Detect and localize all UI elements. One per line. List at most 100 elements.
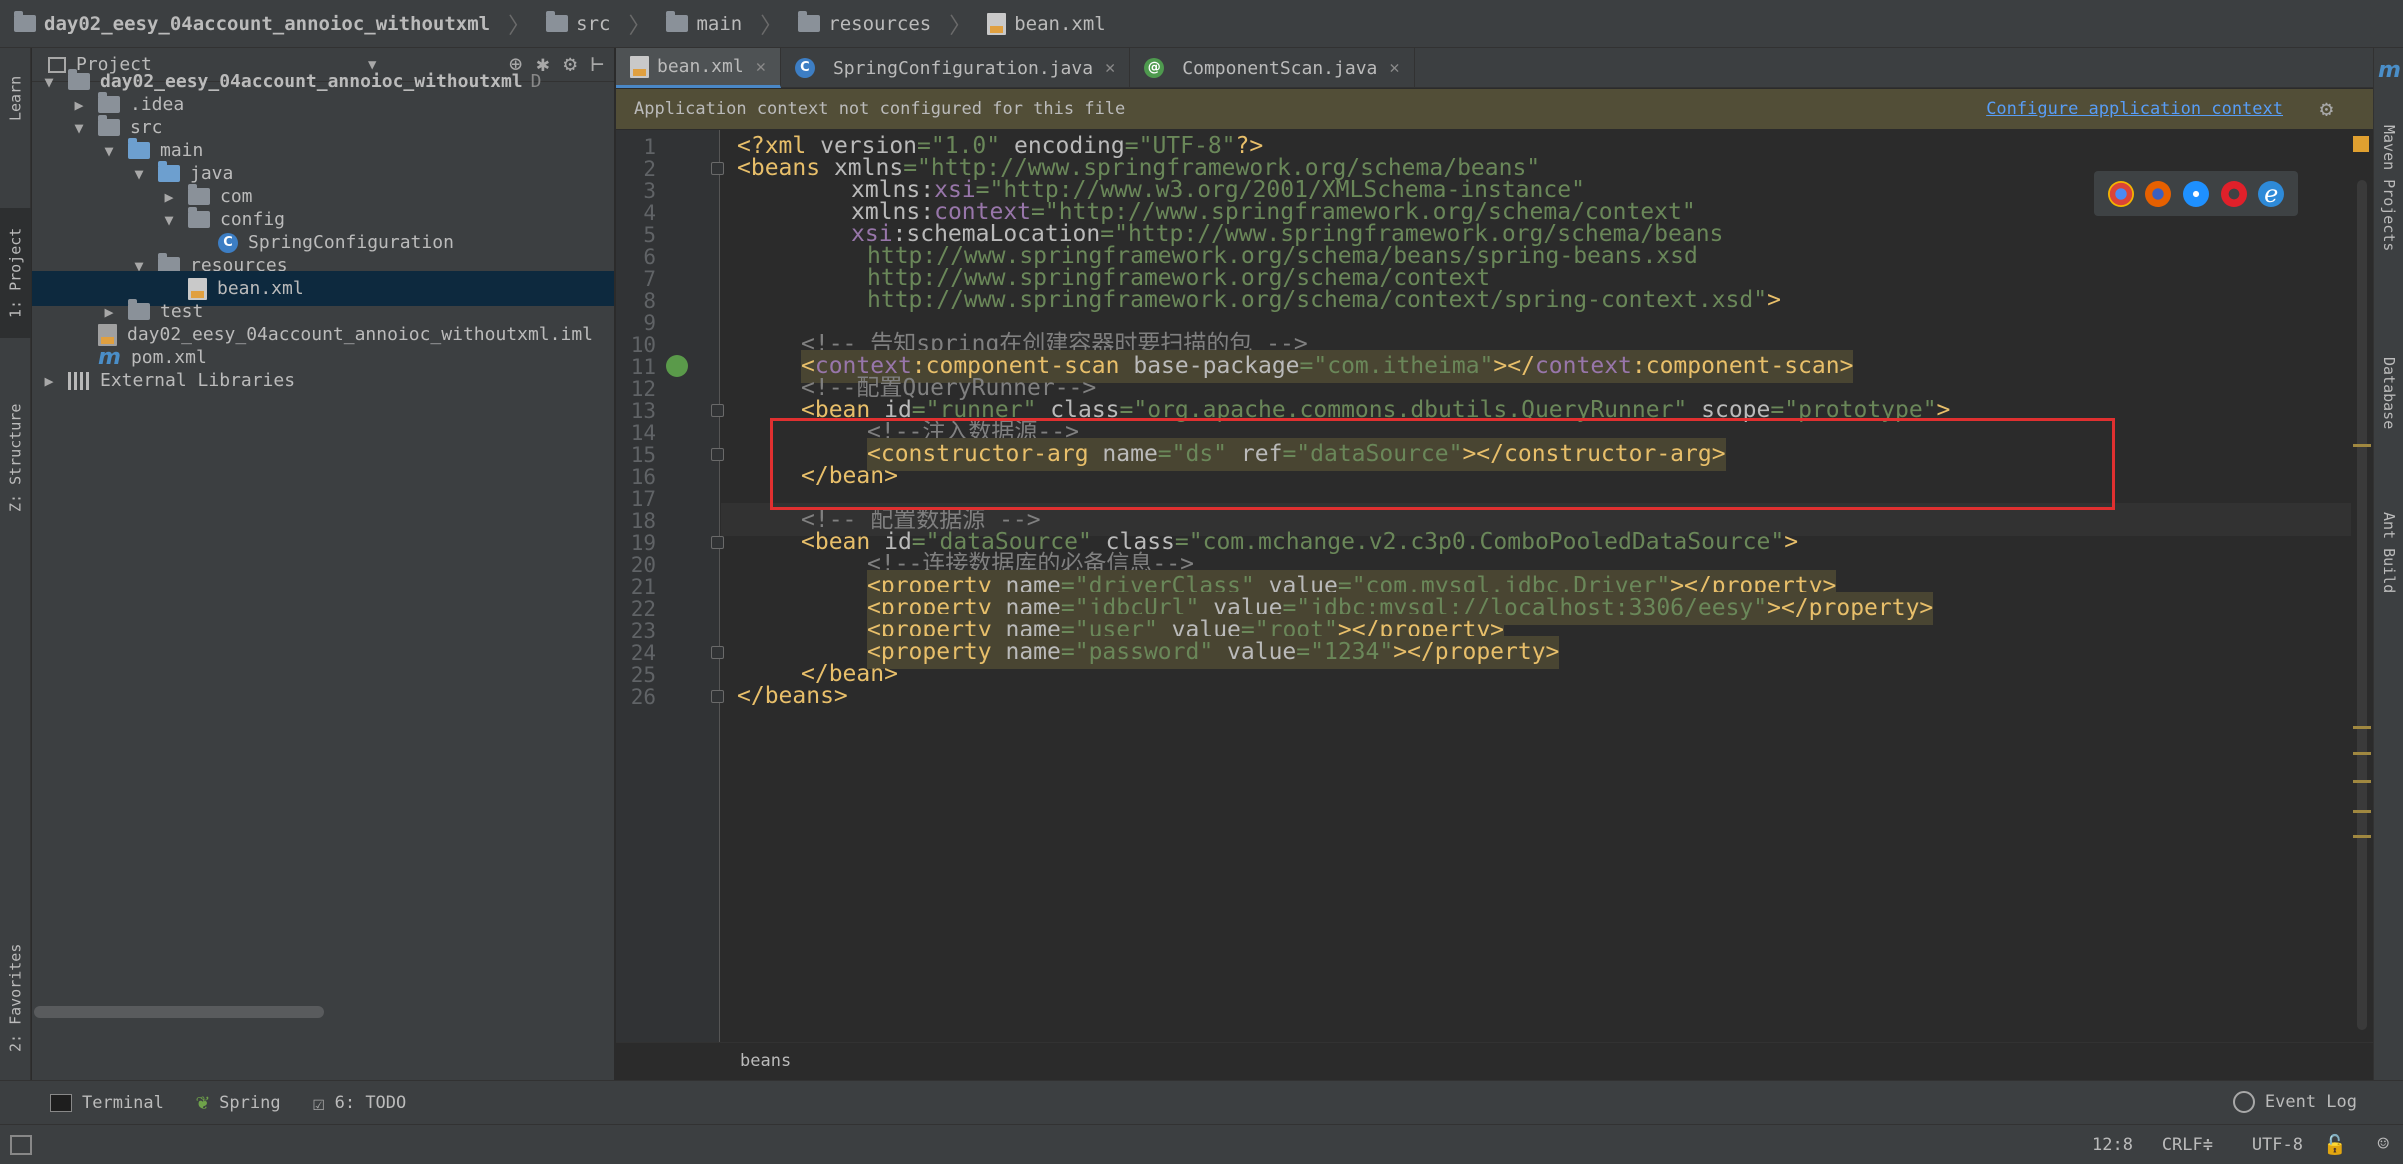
line-number: 25 xyxy=(630,663,656,687)
xml-file-icon xyxy=(987,12,1007,35)
line-number: 20 xyxy=(630,553,656,577)
line-number: 9 xyxy=(643,311,656,335)
line-separator[interactable]: CRLF≑ xyxy=(2162,1135,2213,1155)
error-stripe-mark[interactable] xyxy=(2353,726,2371,729)
project-panel: Project ▼ ⊕ ✱ ⚙ ⊢ ▼ day02_eesy_04account_… xyxy=(32,48,614,1080)
configure-context-link[interactable]: Configure application context xyxy=(1986,99,2283,119)
database-tab[interactable]: Database xyxy=(2374,328,2403,458)
line-number: 4 xyxy=(643,201,656,225)
line-number: 18 xyxy=(630,509,656,533)
close-icon[interactable]: ✕ xyxy=(756,57,766,77)
annotation-icon: @ xyxy=(1144,58,1165,78)
error-stripe-mark[interactable] xyxy=(2353,752,2371,755)
folder-icon xyxy=(546,11,569,32)
line-number: 3 xyxy=(643,179,656,203)
terminal-button[interactable]: Terminal xyxy=(50,1093,164,1113)
caret-position[interactable]: 12:8 xyxy=(2092,1135,2133,1155)
breadcrumb-resources[interactable]: resources 〉 xyxy=(794,0,983,48)
line-number: 1 xyxy=(643,135,656,159)
chevron-right-icon[interactable]: ▶ xyxy=(40,372,58,390)
line-number: 24 xyxy=(630,641,656,665)
line-number: 2 xyxy=(643,157,656,181)
ant-build-tab[interactable]: Ant Build xyxy=(2374,488,2403,618)
close-icon[interactable]: ✕ xyxy=(1105,58,1115,78)
line-number: 17 xyxy=(630,487,656,511)
tab-spring-configuration[interactable]: C SpringConfiguration.java ✕ xyxy=(781,48,1131,88)
error-stripe-mark[interactable] xyxy=(2353,780,2371,783)
context-banner: Application context not configured for t… xyxy=(616,89,2373,129)
line-number: 21 xyxy=(630,575,656,599)
opera-icon[interactable] xyxy=(2220,180,2247,207)
todo-icon: ☑ xyxy=(312,1090,325,1115)
warning-marker[interactable] xyxy=(2353,136,2369,152)
breadcrumb-bean-xml[interactable]: bean.xml xyxy=(983,0,1118,48)
line-number: 15 xyxy=(630,443,656,467)
project-tab[interactable]: 1: Project xyxy=(0,208,31,338)
lock-icon[interactable]: 🔓 xyxy=(2323,1133,2347,1156)
event-log-icon xyxy=(2232,1091,2255,1113)
chrome-icon[interactable] xyxy=(2107,180,2134,207)
inspector-face-icon[interactable]: ☺ xyxy=(2378,1133,2389,1155)
breadcrumb-project[interactable]: day02_eesy_04account_annoioc_withoutxml 〉 xyxy=(10,0,542,48)
code-editor[interactable]: <?xml version="1.0" encoding="UTF-8"?> <… xyxy=(721,130,2351,1042)
code-line: http://www.springframework.org/schema/co… xyxy=(867,287,1781,313)
maven-projects-tab[interactable]: Maven Projects xyxy=(2374,88,2403,288)
status-bar: 12:8 CRLF≑ UTF-8 🔓 ☺ xyxy=(0,1124,2403,1164)
line-number: 8 xyxy=(643,289,656,313)
code-line: <property name="password" value="1234"><… xyxy=(867,636,1560,669)
ie-icon[interactable]: e xyxy=(2258,180,2285,207)
spring-button[interactable]: ❦ Spring xyxy=(196,1090,281,1115)
spring-bean-icon[interactable] xyxy=(666,355,688,377)
tab-bean-xml[interactable]: bean.xml ✕ xyxy=(616,48,781,88)
maven-icon[interactable]: m xyxy=(2378,58,2401,83)
right-tool-strip: m Maven Projects Database Ant Build xyxy=(2373,48,2403,1080)
editor-gutter: 1 2 3 4 5 6 7 8 9 10 11 12 13 14 15 16 17 18 19 20 21 22 23 24 2… xyxy=(616,130,724,1042)
line-number: 13 xyxy=(630,399,656,423)
line-number: 11 xyxy=(630,355,656,379)
tool-windows-bar: Terminal ❦ Spring ☑ 6: TODO Event Log xyxy=(0,1080,2403,1124)
structure-tab[interactable]: Z: Structure xyxy=(0,388,31,528)
folder-icon xyxy=(666,11,689,32)
breadcrumb-main[interactable]: main 〉 xyxy=(662,0,794,48)
terminal-icon xyxy=(50,1093,72,1112)
gear-icon[interactable]: ⚙ xyxy=(2320,97,2333,122)
learn-tab[interactable]: Learn xyxy=(0,58,31,138)
safari-icon[interactable] xyxy=(2182,180,2209,207)
line-number: 7 xyxy=(643,267,656,291)
event-log-button[interactable]: Event Log xyxy=(2232,1091,2357,1113)
editor-breadcrumb[interactable]: beans xyxy=(740,1051,791,1071)
line-number: 23 xyxy=(630,619,656,643)
class-icon: C xyxy=(794,58,815,78)
left-tool-strip: Learn 1: Project Z: Structure 2: Favorit… xyxy=(0,48,31,1080)
file-encoding[interactable]: UTF-8 xyxy=(2252,1135,2303,1155)
code-line: </beans> xyxy=(737,683,848,709)
breadcrumb-src[interactable]: src 〉 xyxy=(542,0,662,48)
tool-windows-toggle-icon[interactable] xyxy=(10,1135,32,1155)
horizontal-scrollbar[interactable] xyxy=(34,1006,324,1018)
tree-item[interactable]: ▶ External Libraries xyxy=(32,363,614,398)
folder-icon xyxy=(798,11,821,32)
folder-icon xyxy=(14,11,36,32)
xml-file-icon xyxy=(630,55,649,78)
line-number: 26 xyxy=(630,685,656,709)
line-number: 6 xyxy=(643,245,656,269)
tree-item-label: External Libraries xyxy=(100,370,296,391)
line-number: 16 xyxy=(630,465,656,489)
close-icon[interactable]: ✕ xyxy=(1389,58,1399,78)
banner-message: Application context not configured for t… xyxy=(634,99,1126,119)
scroll-thumb[interactable] xyxy=(2357,180,2367,1030)
editor-tabs: bean.xml ✕ C SpringConfiguration.java ✕ @ Co… xyxy=(616,48,2373,88)
error-stripe-mark[interactable] xyxy=(2353,810,2371,813)
navigation-bar: day02_eesy_04account_annoioc_withoutxml 〉… xyxy=(0,0,2403,48)
highlight-annotation-box xyxy=(770,418,2115,510)
todo-button[interactable]: ☑ 6: TODO xyxy=(313,1091,407,1115)
line-number: 19 xyxy=(630,531,656,555)
line-number: 22 xyxy=(630,597,656,621)
tab-component-scan[interactable]: @ ComponentScan.java ✕ xyxy=(1130,48,1415,88)
firefox-icon[interactable] xyxy=(2145,180,2172,207)
line-number: 14 xyxy=(630,421,656,445)
vertical-scrollbar[interactable] xyxy=(2353,130,2371,1042)
favorites-tab[interactable]: 2: Favorites xyxy=(0,928,31,1068)
error-stripe-mark[interactable] xyxy=(2353,835,2371,838)
error-stripe-mark[interactable] xyxy=(2353,444,2371,447)
